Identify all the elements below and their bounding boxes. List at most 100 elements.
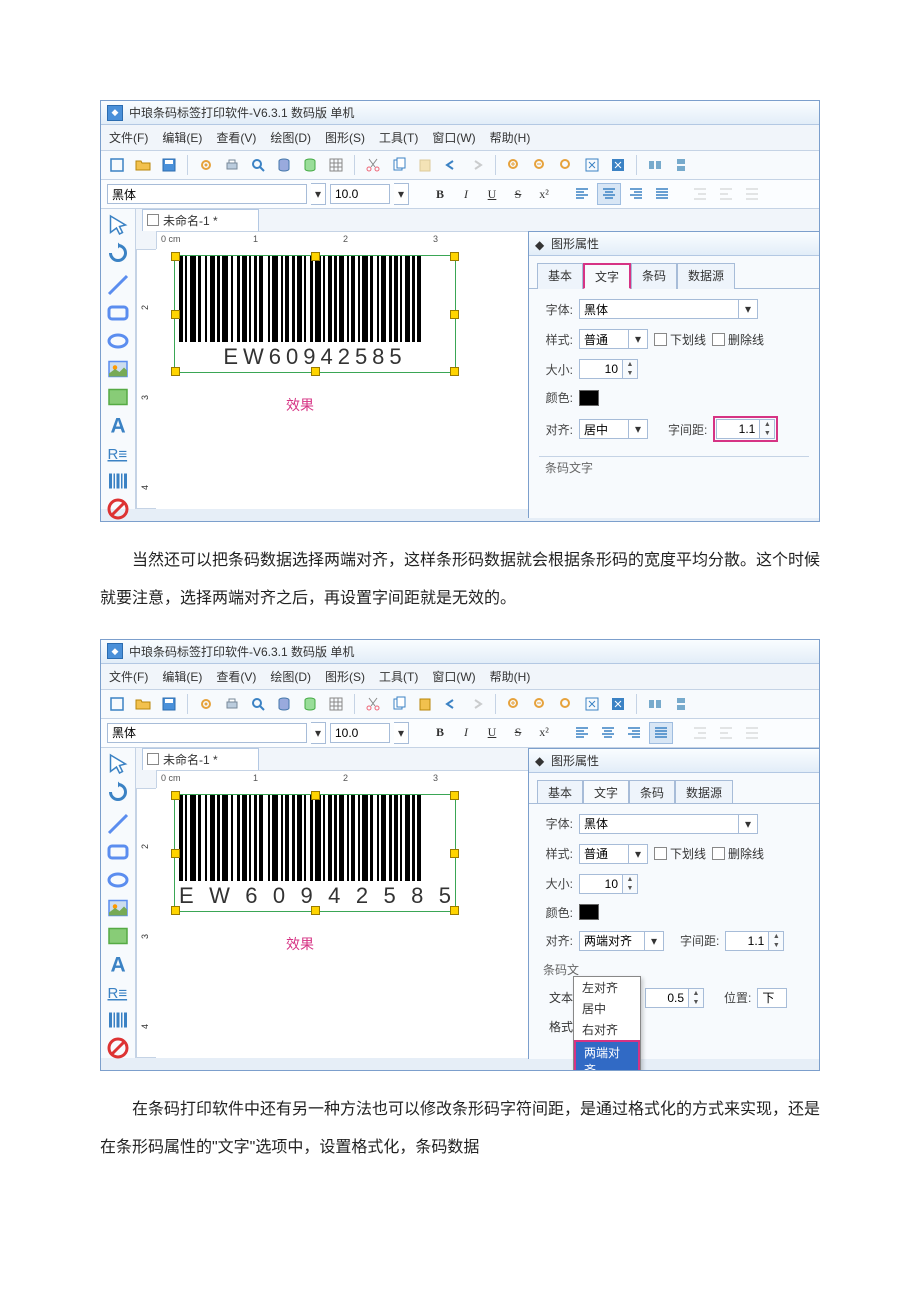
print-icon[interactable] <box>222 694 242 714</box>
text-tool-icon[interactable]: A <box>106 413 130 437</box>
stop-tool-icon[interactable] <box>106 497 130 521</box>
rect-tool-icon[interactable] <box>106 840 130 864</box>
menu-shape[interactable]: 图形(S) <box>325 668 365 685</box>
ellipse-tool-icon[interactable] <box>106 329 130 353</box>
tab-datasource[interactable]: 数据源 <box>675 780 733 804</box>
gear-icon[interactable] <box>196 155 216 175</box>
menu-edit[interactable]: 编辑(E) <box>162 668 202 685</box>
tab-barcode[interactable]: 条码 <box>629 780 675 804</box>
outdent-button[interactable] <box>715 184 737 204</box>
style-dd-icon[interactable]: ▾ <box>629 844 648 864</box>
style-input[interactable] <box>579 844 629 864</box>
barcode-tool-icon[interactable] <box>106 469 130 493</box>
image2-tool-icon[interactable] <box>106 385 130 409</box>
richtext-tool-icon[interactable]: R≡ <box>106 441 130 465</box>
stop-tool-icon[interactable] <box>106 1036 130 1060</box>
image-tool-icon[interactable] <box>106 357 130 381</box>
indent-button[interactable] <box>689 723 711 743</box>
barcode-object-1[interactable]: EW60942585 <box>174 255 456 373</box>
align-center-button[interactable] <box>597 183 621 205</box>
arrange1-icon[interactable] <box>645 155 665 175</box>
cursor-tool-icon[interactable] <box>106 213 130 237</box>
text-tool-icon[interactable]: A <box>106 952 130 976</box>
align-justify-button[interactable] <box>651 184 673 204</box>
richtext-tool-icon[interactable]: R≡ <box>106 980 130 1004</box>
tab-text[interactable]: 文字 <box>583 780 629 804</box>
align-right-button[interactable] <box>623 723 645 743</box>
arrange1-icon[interactable] <box>645 694 665 714</box>
font-select[interactable] <box>107 184 307 204</box>
outdent-button[interactable] <box>715 723 737 743</box>
font-input[interactable] <box>579 299 739 319</box>
tab-datasource[interactable]: 数据源 <box>677 263 735 289</box>
grid-icon[interactable] <box>326 694 346 714</box>
canvas-2[interactable]: E W 6 0 9 4 2 5 8 5 效果 <box>156 788 529 1058</box>
document-tab[interactable]: 未命名-1 * <box>142 748 259 770</box>
align-dropdown[interactable]: 左对齐 居中 右对齐 两端对齐 <box>573 976 641 1071</box>
undo-icon[interactable] <box>441 694 461 714</box>
zoom-out-icon[interactable] <box>530 694 550 714</box>
pos-input[interactable] <box>757 988 787 1008</box>
rotate-tool-icon[interactable] <box>106 780 130 804</box>
menu-draw[interactable]: 绘图(D) <box>270 129 311 146</box>
font-dropdown-icon[interactable]: ▾ <box>311 183 326 205</box>
align-option-left[interactable]: 左对齐 <box>574 977 640 998</box>
align-left-button[interactable] <box>571 723 593 743</box>
open-icon[interactable] <box>133 694 153 714</box>
menu-tool[interactable]: 工具(T) <box>379 129 418 146</box>
new-icon[interactable] <box>107 155 127 175</box>
barcode-object-2[interactable]: E W 6 0 9 4 2 5 8 5 <box>174 794 456 912</box>
tab-basic[interactable]: 基本 <box>537 780 583 804</box>
expand2-icon[interactable] <box>608 694 628 714</box>
barcode-tool-icon[interactable] <box>106 1008 130 1032</box>
bold-button[interactable]: B <box>429 184 451 204</box>
fontsize-dropdown-icon[interactable]: ▾ <box>394 722 409 744</box>
ellipse-tool-icon[interactable] <box>106 868 130 892</box>
indent-button[interactable] <box>689 184 711 204</box>
align-option-right[interactable]: 右对齐 <box>574 1019 640 1040</box>
menu-file[interactable]: 文件(F) <box>109 668 148 685</box>
fontsize-select[interactable] <box>330 184 390 204</box>
fontsize-dropdown-icon[interactable]: ▾ <box>394 183 409 205</box>
save-icon[interactable] <box>159 694 179 714</box>
align-left-button[interactable] <box>571 184 593 204</box>
font-dd-icon[interactable]: ▾ <box>739 814 758 834</box>
spacing-spinner-2[interactable]: ▲▼ <box>725 931 784 951</box>
size-spinner[interactable]: ▲▼ <box>579 874 638 894</box>
paste-icon[interactable] <box>415 155 435 175</box>
tab-barcode[interactable]: 条码 <box>631 263 677 289</box>
copy-icon[interactable] <box>389 694 409 714</box>
save-icon[interactable] <box>159 155 179 175</box>
document-tab[interactable]: 未命名-1 * <box>142 209 259 231</box>
menu-shape[interactable]: 图形(S) <box>325 129 365 146</box>
gear-icon[interactable] <box>196 694 216 714</box>
db2-icon[interactable] <box>300 155 320 175</box>
menu-window[interactable]: 窗口(W) <box>432 129 475 146</box>
zoom-in-icon[interactable] <box>504 155 524 175</box>
redo-icon[interactable] <box>467 155 487 175</box>
image2-tool-icon[interactable] <box>106 924 130 948</box>
menu-edit[interactable]: 编辑(E) <box>162 129 202 146</box>
strike-checkbox[interactable]: 删除线 <box>712 845 764 862</box>
tab-basic[interactable]: 基本 <box>537 263 583 289</box>
image-tool-icon[interactable] <box>106 896 130 920</box>
menu-draw[interactable]: 绘图(D) <box>270 668 311 685</box>
underline-button[interactable]: U <box>481 184 503 204</box>
italic-button[interactable]: I <box>455 723 477 743</box>
rect-tool-icon[interactable] <box>106 301 130 325</box>
menu-help[interactable]: 帮助(H) <box>490 129 531 146</box>
redo-icon[interactable] <box>467 694 487 714</box>
line-tool-icon[interactable] <box>106 812 130 836</box>
font-select[interactable] <box>107 723 307 743</box>
expand-icon[interactable] <box>582 694 602 714</box>
align-input-2[interactable] <box>579 931 645 951</box>
underline-checkbox[interactable]: 下划线 <box>654 331 706 348</box>
color-swatch[interactable] <box>579 904 599 920</box>
db-icon[interactable] <box>274 155 294 175</box>
textspace-spinner[interactable]: ▲▼ <box>645 988 704 1008</box>
expand-icon[interactable] <box>582 155 602 175</box>
bold-button[interactable]: B <box>429 723 451 743</box>
color-swatch[interactable] <box>579 390 599 406</box>
spacing-button[interactable] <box>741 184 763 204</box>
print-icon[interactable] <box>222 155 242 175</box>
